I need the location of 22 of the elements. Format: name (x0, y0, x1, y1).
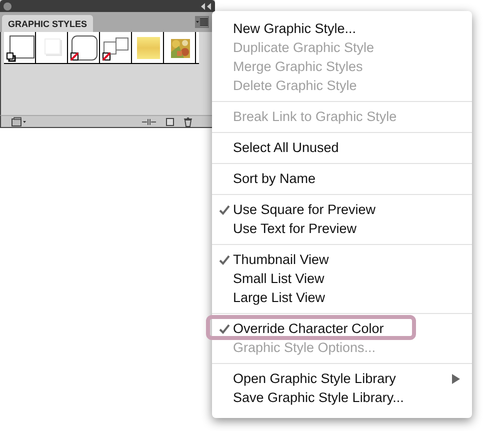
trash-icon[interactable] (183, 116, 193, 126)
style-swatch[interactable] (4, 32, 36, 63)
collapse-icon[interactable] (200, 2, 212, 10)
panel-menu-icon[interactable] (195, 16, 209, 28)
menu-item[interactable]: Save Graphic Style Library... (212, 388, 472, 407)
menu-item[interactable]: Small List View (212, 269, 472, 288)
menu-item[interactable]: Override Character Color (212, 319, 472, 338)
menu-item[interactable]: Select All Unused (212, 138, 472, 157)
break-link-icon[interactable] (141, 116, 157, 126)
menu-item[interactable]: New Graphic Style... (212, 19, 472, 38)
new-style-icon[interactable] (165, 116, 175, 126)
style-swatch[interactable] (68, 32, 100, 63)
menu-item[interactable]: Use Square for Preview (212, 200, 472, 219)
panel-tab[interactable]: GRAPHIC STYLES (2, 15, 94, 32)
close-icon[interactable] (3, 2, 12, 10)
menu-item[interactable]: Use Text for Preview (212, 219, 472, 238)
menu-item[interactable]: Open Graphic Style Library (212, 369, 472, 388)
menu-item[interactable]: Thumbnail View (212, 250, 472, 269)
style-swatch[interactable] (100, 32, 132, 63)
library-icon[interactable] (11, 116, 27, 126)
menu-item[interactable]: Large List View (212, 288, 472, 307)
menu-item[interactable]: Sort by Name (212, 169, 472, 188)
